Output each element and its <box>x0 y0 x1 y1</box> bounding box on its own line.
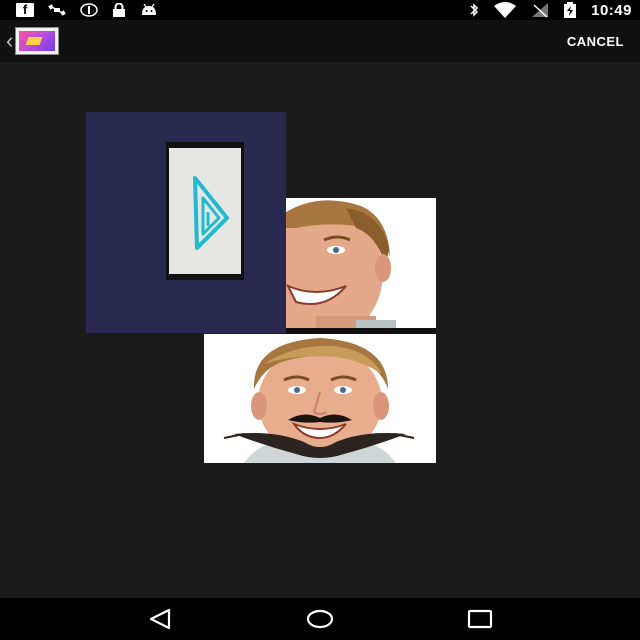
video-thumbnail[interactable] <box>86 112 286 333</box>
lock-icon <box>112 3 126 17</box>
signal-off-icon <box>531 3 549 18</box>
clock: 10:49 <box>591 1 632 19</box>
action-bar: ‹ CANCEL <box>0 20 640 62</box>
media-picker-canvas <box>0 62 640 598</box>
up-navigation-button[interactable]: ‹ <box>6 27 60 55</box>
recents-square-icon <box>467 609 493 629</box>
back-triangle-icon <box>149 608 171 630</box>
android-icon <box>140 3 158 17</box>
status-bar: f 10:49 <box>0 0 640 20</box>
home-button[interactable] <box>290 599 350 639</box>
back-button[interactable] <box>130 599 190 639</box>
play-triangle-icon <box>169 148 241 274</box>
battery-charging-icon <box>563 2 577 18</box>
wifi-icon <box>493 2 517 18</box>
chevron-left-icon: ‹ <box>6 28 14 53</box>
facebook-icon: f <box>16 3 34 17</box>
face-photo[interactable] <box>286 198 436 328</box>
navigation-bar <box>0 598 640 640</box>
cancel-button[interactable]: CANCEL <box>563 26 628 57</box>
home-circle-icon <box>306 609 334 629</box>
face-photo-mustache[interactable] <box>204 334 436 463</box>
thumbnail-frame <box>166 142 244 280</box>
status-left-icons: f <box>16 3 158 17</box>
status-right-icons: 10:49 <box>469 2 632 19</box>
eye-icon <box>80 3 98 17</box>
satellite-icon <box>48 3 66 17</box>
gallery-app-icon <box>15 27 60 55</box>
bluetooth-icon <box>469 3 479 17</box>
recents-button[interactable] <box>450 599 510 639</box>
